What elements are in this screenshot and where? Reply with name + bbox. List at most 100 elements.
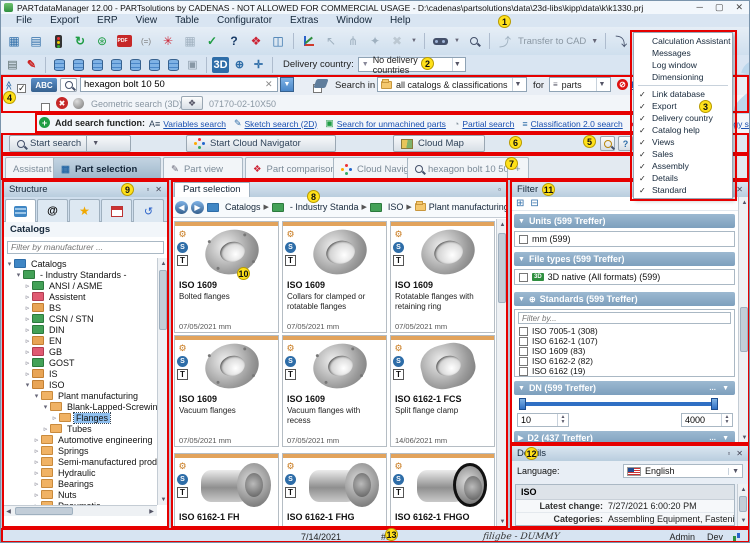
tab-calendar[interactable] (101, 199, 132, 222)
menu-item-details[interactable]: Details✓ (634, 172, 732, 184)
clipboard-check-icon[interactable]: ✓ (202, 31, 222, 51)
chevron-down-icon[interactable]: ▾ (41, 403, 50, 411)
part-card[interactable]: ⚙STISO 6162-1 FHGO (390, 453, 495, 527)
tree-item[interactable]: ▾ISO (3, 379, 157, 390)
menu-item-sales[interactable]: Sales✓ (634, 148, 732, 160)
tree-item[interactable]: ▹Hydraulic (3, 467, 157, 478)
dn-header-controls[interactable]: … ▼ (709, 385, 731, 392)
chevron-right-icon[interactable]: ▹ (50, 414, 59, 422)
scroll-down-icon[interactable]: ▼ (158, 494, 169, 505)
menu-item-extras[interactable]: Extras (281, 15, 327, 26)
details-vertical-scrollbar[interactable]: ▲ ▼ (737, 484, 748, 526)
classification-search-link[interactable]: Classification 2.0 search (531, 119, 623, 129)
table-export-icon[interactable]: ▤ (26, 31, 46, 51)
dn-slider[interactable] (514, 398, 735, 410)
dn-min-input[interactable]: 10 ▲▼ (517, 413, 569, 427)
scroll-up-icon[interactable]: ▲ (497, 219, 508, 230)
menu-item-file[interactable]: File (7, 15, 41, 26)
minimize-button[interactable]: ─ (697, 2, 703, 13)
menu-item-delivery-country[interactable]: Delivery country✓ (634, 112, 732, 124)
parts-vertical-scrollbar[interactable]: ▲ ▼ (496, 219, 507, 527)
d2-section-header[interactable]: ▶ D2 (437 Treffer) … ▼ (514, 431, 735, 445)
chevron-right-icon[interactable]: ▹ (32, 480, 41, 488)
db-plain-icon[interactable] (89, 57, 106, 73)
drop-icon[interactable]: ▼ (452, 31, 462, 51)
remove-geometric-search-icon[interactable]: ✖ (56, 97, 68, 109)
menu-item-dimensioning[interactable]: Dimensioning (634, 71, 732, 83)
red-pen-icon[interactable]: ✎ (23, 57, 40, 73)
tab-assistant[interactable]: Assistant (5, 157, 60, 180)
chevron-right-icon[interactable]: ▹ (23, 370, 32, 378)
chevron-down-icon[interactable]: ▾ (5, 260, 14, 268)
tree-item[interactable]: ▹Bearings (3, 478, 157, 489)
tree-item[interactable]: ▹Semi-manufactured products (3, 456, 157, 467)
manufacturer-filter-input[interactable] (7, 241, 164, 254)
globe-refresh-icon[interactable]: ⊛ (92, 31, 112, 51)
tree-item[interactable]: ▹GOST (3, 357, 157, 368)
tab-part-selection[interactable]: ▦Part selection (53, 157, 161, 180)
for-select[interactable]: ≡ parts ▼ (549, 77, 611, 92)
db-link-icon[interactable] (165, 57, 182, 73)
scroll-down-icon[interactable]: ▼ (738, 515, 749, 526)
tab-hexagon-bolt-10-50[interactable]: hexagon bolt 10 50 (407, 157, 517, 180)
part-card[interactable]: ⚙STISO 1609Vacuum flanges07/05/2021 mm (174, 335, 279, 447)
search-button[interactable] (60, 78, 77, 92)
spellcheck-button[interactable]: ABC (31, 78, 57, 92)
menu-item-export[interactable]: Export (41, 15, 88, 26)
tree-item[interactable]: ▹Automotive engineering (3, 434, 157, 445)
menu-item-views[interactable]: Views✓ (634, 136, 732, 148)
grid-gray-icon[interactable]: ▦ (180, 31, 200, 51)
pdf-export-icon[interactable] (114, 31, 134, 51)
chevron-right-icon[interactable]: ▹ (23, 282, 32, 290)
scroll-up-icon[interactable]: ▲ (158, 258, 169, 269)
magnifier-doc-icon[interactable] (464, 31, 484, 51)
search-in-select[interactable]: all catalogs & classifications ▼ (377, 77, 527, 92)
start-search-button[interactable]: Start search ▼ (9, 135, 131, 152)
scroll-down-icon[interactable]: ▼ (497, 516, 508, 527)
standard-checkbox[interactable] (519, 347, 528, 356)
help-icon[interactable]: ? (224, 31, 244, 51)
close-panel-button[interactable]: ✕ (736, 449, 743, 458)
unmachined-search-link[interactable]: Search for unmachined parts (337, 119, 446, 129)
standards-filter-item[interactable]: ISO 7005-1 (308) (515, 326, 734, 336)
part-card[interactable]: ⚙STISO 6162-1 FCSSplit flange clamp14/06… (390, 335, 495, 447)
chevron-right-icon[interactable]: ▹ (23, 304, 32, 312)
export-arm-icon[interactable]: ⤵ (611, 31, 631, 51)
dimensioning-icon[interactable]: ✳ (158, 31, 178, 51)
part-card[interactable]: ⚙STISO 1609Vacuum flanges with recess07/… (282, 335, 387, 447)
tab-catalogs[interactable] (5, 199, 36, 222)
dn-slider-track[interactable] (522, 402, 715, 406)
scroll-right-icon[interactable]: ▶ (146, 506, 157, 517)
tree-structure-icon[interactable]: ⋔ (343, 31, 363, 51)
search-settings-button[interactable] (600, 136, 615, 151)
refresh-icon[interactable]: ↻ (70, 31, 90, 51)
breadcrumb-item[interactable]: Plant manufacturing (415, 202, 507, 212)
standards-filter-item[interactable]: ISO 1609 (83) (515, 346, 734, 356)
dn-max-input[interactable]: 4000 ▲▼ (681, 413, 733, 427)
globe-grid-icon[interactable]: ⊕ (231, 57, 248, 73)
start-cloud-navigator-button[interactable]: Start Cloud Navigator (186, 135, 336, 152)
chevron-down-icon[interactable]: ▾ (32, 392, 41, 400)
transfer-to-cad-dropdown-icon[interactable]: ▼ (591, 38, 598, 45)
mm-checkbox[interactable] (519, 235, 528, 244)
menu-item-export[interactable]: Export✓ (634, 100, 732, 112)
tree-horizontal-scrollbar[interactable]: ◀ ▶ (3, 505, 157, 516)
tree-item[interactable]: ▾- Industry Standards - (3, 269, 157, 280)
tree-item[interactable]: ▹ANSI / ASME (3, 280, 157, 291)
part-card[interactable]: ⚙STISO 6162-1 FH (174, 453, 279, 527)
fulltext-checkbox[interactable] (17, 84, 26, 93)
d2-header-controls[interactable]: … ▼ (709, 435, 731, 442)
robot-arm-icon[interactable]: ⤴ (495, 31, 515, 51)
language-select[interactable]: English ▼ (623, 464, 743, 478)
standards-filter-item[interactable]: ISO 6162-1 (107) (515, 336, 734, 346)
standards-filter-input[interactable] (518, 312, 731, 324)
db-tree-icon[interactable] (146, 57, 163, 73)
tree-item[interactable]: ▹BS (3, 302, 157, 313)
tab-suppliers[interactable]: @ (37, 199, 68, 222)
spinner-icons[interactable]: ▲▼ (721, 414, 732, 426)
close-button[interactable]: ✕ (735, 2, 743, 13)
chevron-right-icon[interactable]: ▹ (23, 293, 32, 301)
chevron-right-icon[interactable]: ▹ (23, 348, 32, 356)
db-copy-icon[interactable] (108, 57, 125, 73)
collapse-search-icon[interactable]: ≪ (3, 81, 14, 90)
